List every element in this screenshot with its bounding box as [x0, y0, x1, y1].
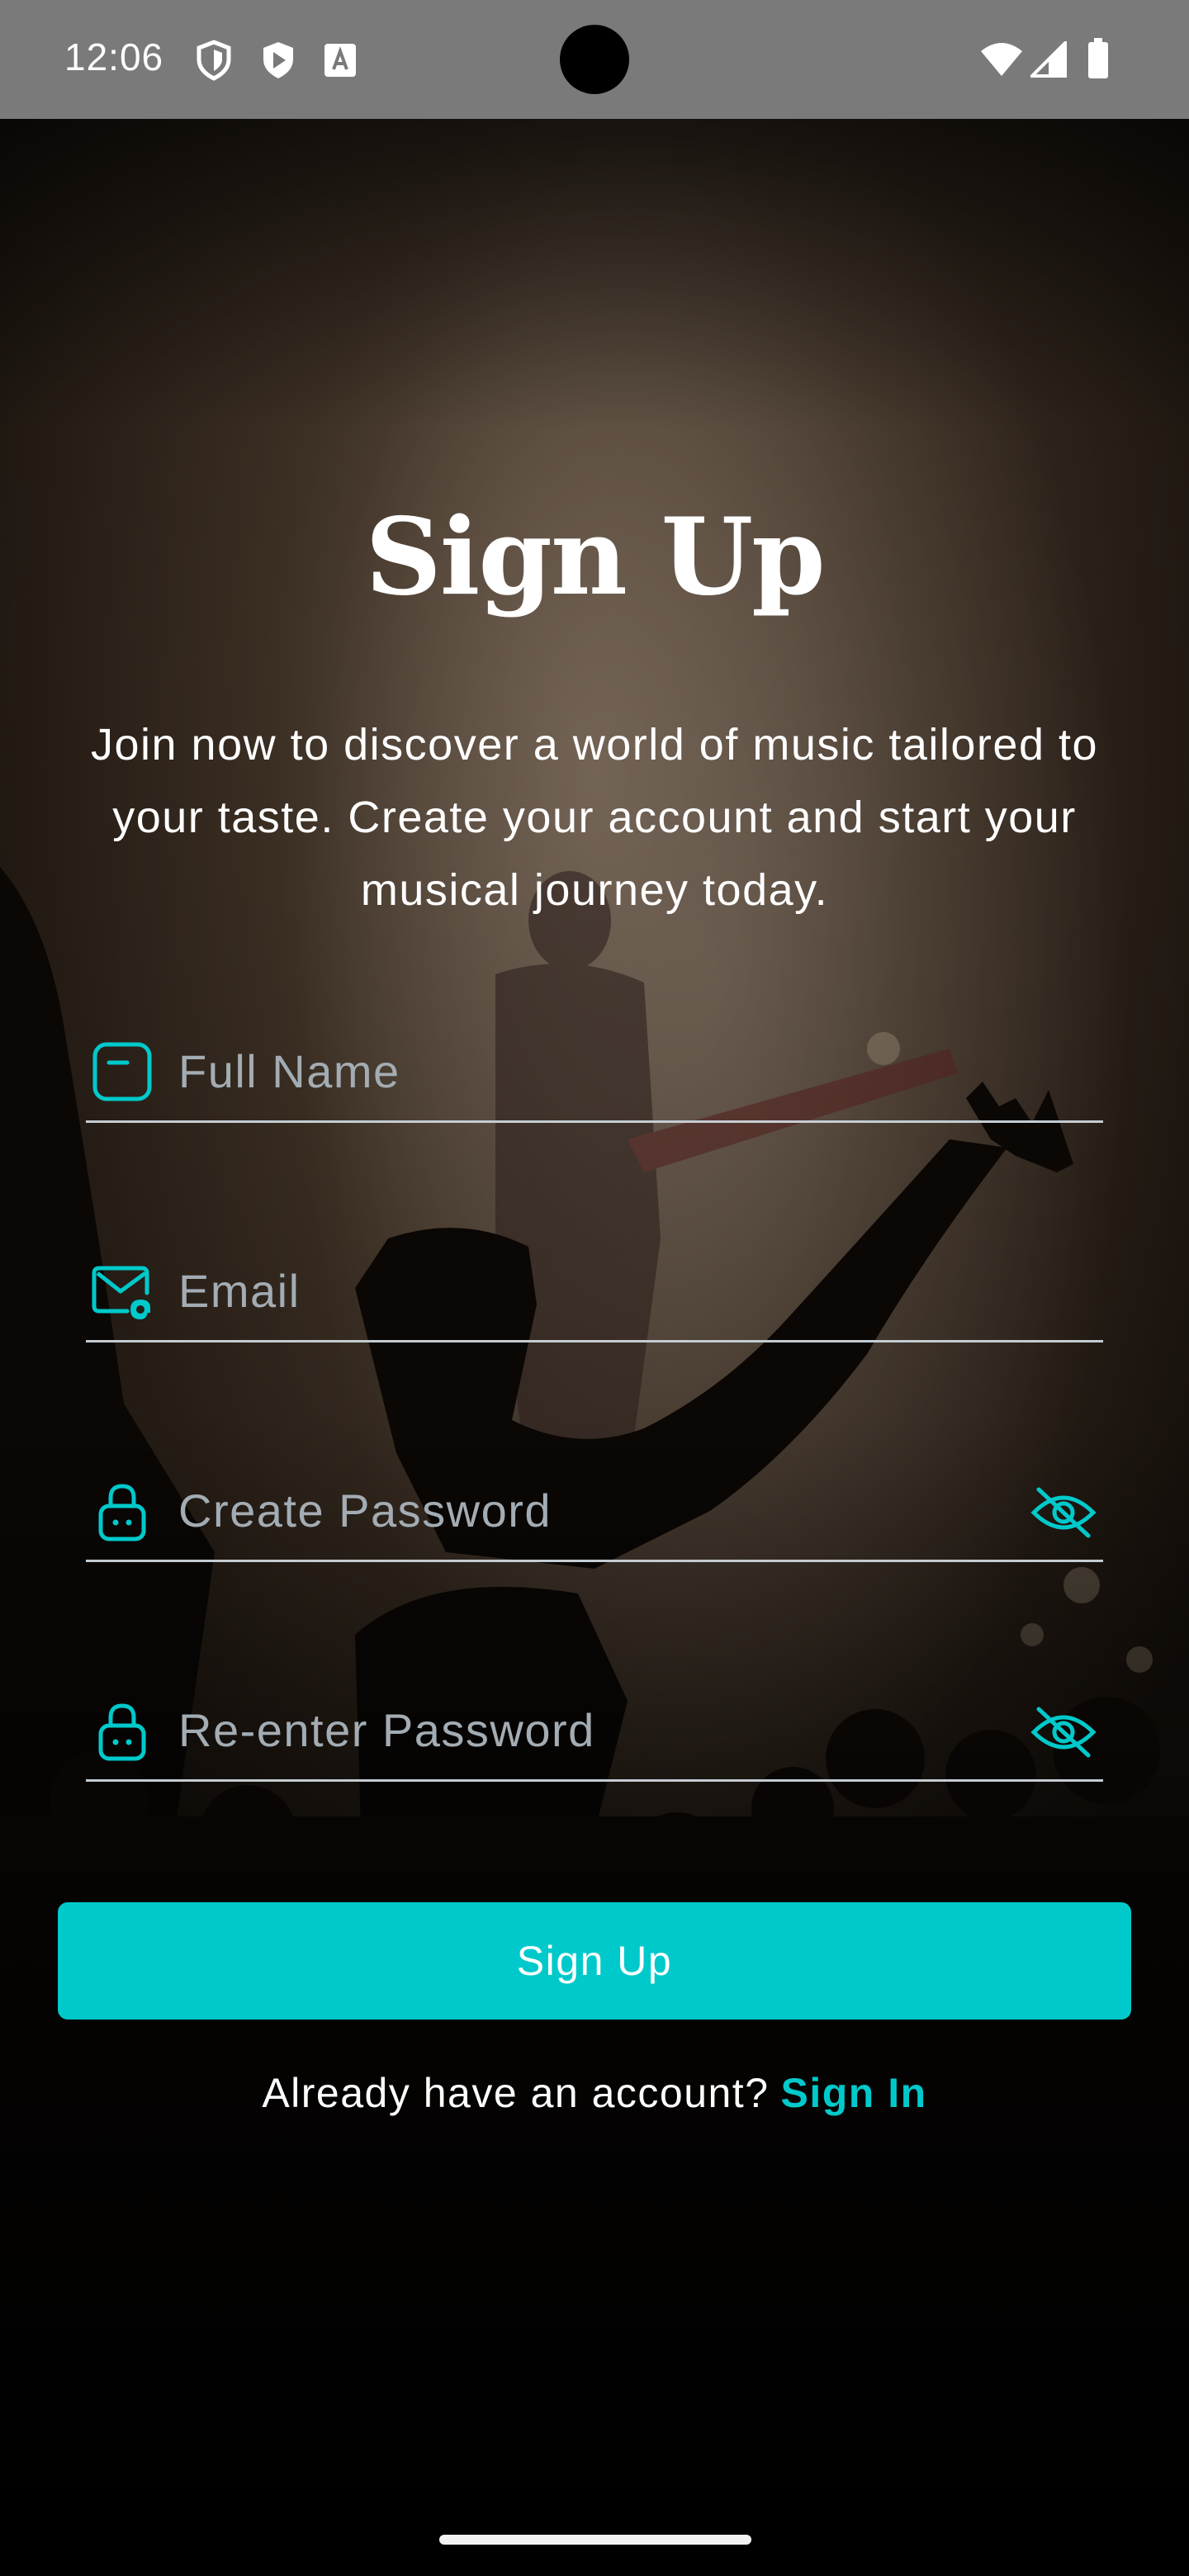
email-input[interactable] — [178, 1253, 1004, 1328]
battery-icon — [1088, 38, 1108, 78]
lock-icon — [98, 1484, 146, 1541]
eye-off-icon[interactable] — [1030, 1486, 1097, 1539]
play-protect-icon — [263, 42, 293, 78]
eye-off-icon[interactable] — [1030, 1706, 1097, 1759]
email-at-icon — [92, 1266, 150, 1320]
page-title: Sign Up — [365, 495, 825, 619]
lock-icon — [98, 1703, 146, 1761]
name-card-icon — [92, 1042, 152, 1101]
cellular-signal-icon — [1030, 41, 1067, 78]
create-password-input[interactable] — [178, 1473, 1004, 1547]
home-indicator[interactable] — [439, 2535, 751, 2545]
sign-in-row: Already have an account? Sign In — [0, 2069, 1189, 2117]
signup-screen: 12:06 Sign Up Join now to discover a wor… — [0, 0, 1189, 2576]
status-time: 12:06 — [64, 36, 164, 78]
keyboard-a-icon — [324, 44, 356, 77]
full-name-field — [86, 1024, 1103, 1123]
reenter-password-input[interactable] — [178, 1693, 1004, 1767]
email-field — [86, 1243, 1103, 1342]
create-password-field — [86, 1463, 1103, 1562]
sign-up-button[interactable]: Sign Up — [58, 1902, 1131, 2020]
shield-icon — [197, 40, 231, 81]
camera-cutout — [560, 25, 629, 94]
wifi-icon — [981, 43, 1022, 76]
full-name-input[interactable] — [178, 1034, 1004, 1108]
page-subtitle: Join now to discover a world of music ta… — [90, 720, 1099, 915]
sign-in-prompt: Already have an account? — [262, 2070, 770, 2116]
reenter-password-field — [86, 1683, 1103, 1782]
status-bar: 12:06 — [0, 0, 1189, 119]
sign-in-link[interactable]: Sign In — [781, 2070, 927, 2116]
